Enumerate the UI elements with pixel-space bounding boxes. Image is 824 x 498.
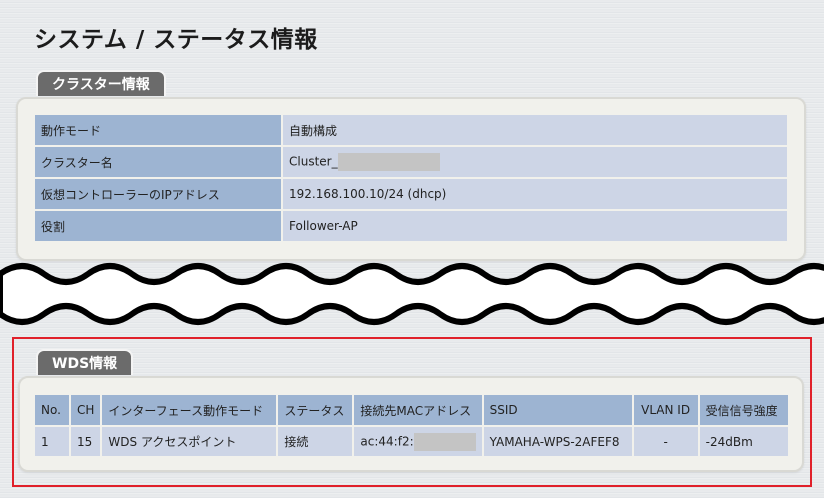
cluster-info-table: 動作モード 自動構成 クラスター名 Cluster_ 仮想コントローラーのIPア… bbox=[33, 113, 789, 243]
row-key: クラスター名 bbox=[35, 147, 281, 177]
cluster-name-text: Cluster_ bbox=[289, 154, 338, 169]
row-key: 役割 bbox=[35, 211, 281, 241]
row-value: Follower-AP bbox=[283, 211, 787, 241]
row-value-cluster-name: Cluster_ bbox=[283, 147, 787, 177]
tab-cluster-info: クラスター情報 bbox=[36, 70, 166, 96]
wavy-break-divider bbox=[0, 263, 824, 325]
row-key: 動作モード bbox=[35, 115, 281, 145]
row-value: 自動構成 bbox=[283, 115, 787, 145]
page-title: システム / ステータス情報 bbox=[34, 27, 318, 53]
table-row: 仮想コントローラーのIPアドレス 192.168.100.10/24 (dhcp… bbox=[35, 179, 787, 209]
masked-redaction bbox=[337, 153, 440, 171]
highlight-frame bbox=[12, 337, 812, 487]
table-row: 動作モード 自動構成 bbox=[35, 115, 787, 145]
table-row: クラスター名 Cluster_ bbox=[35, 147, 787, 177]
row-value: 192.168.100.10/24 (dhcp) bbox=[283, 179, 787, 209]
table-row: 役割 Follower-AP bbox=[35, 211, 787, 241]
row-key: 仮想コントローラーのIPアドレス bbox=[35, 179, 281, 209]
